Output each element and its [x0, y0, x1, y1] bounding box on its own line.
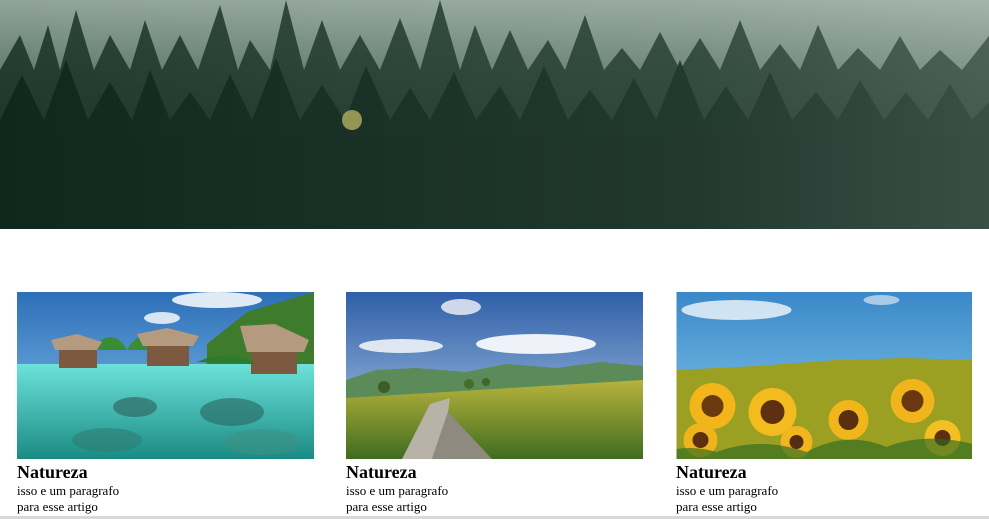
card-title: Natureza	[676, 462, 747, 482]
card-paragraph: isso e um paragrafo para esse artigo	[676, 483, 779, 514]
card-paragraph: isso e um paragrafo para esse artigo	[346, 483, 449, 514]
sunflower-field-image	[676, 292, 972, 459]
card-paragraph: isso e um paragrafo para esse artigo	[17, 483, 120, 514]
article-card-3: Natureza isso e um paragrafo para esse a…	[676, 292, 972, 515]
card-title: Natureza	[346, 462, 417, 482]
misty-forest-image	[0, 0, 989, 229]
card-title: Natureza	[17, 462, 88, 482]
hero-banner-image	[0, 0, 989, 229]
article-card-1: Natureza isso e um paragrafo para esse a…	[17, 292, 314, 515]
countryside-road-image	[346, 292, 643, 459]
tropical-bungalows-image	[17, 292, 314, 459]
article-card-2: Natureza isso e um paragrafo para esse a…	[346, 292, 643, 515]
